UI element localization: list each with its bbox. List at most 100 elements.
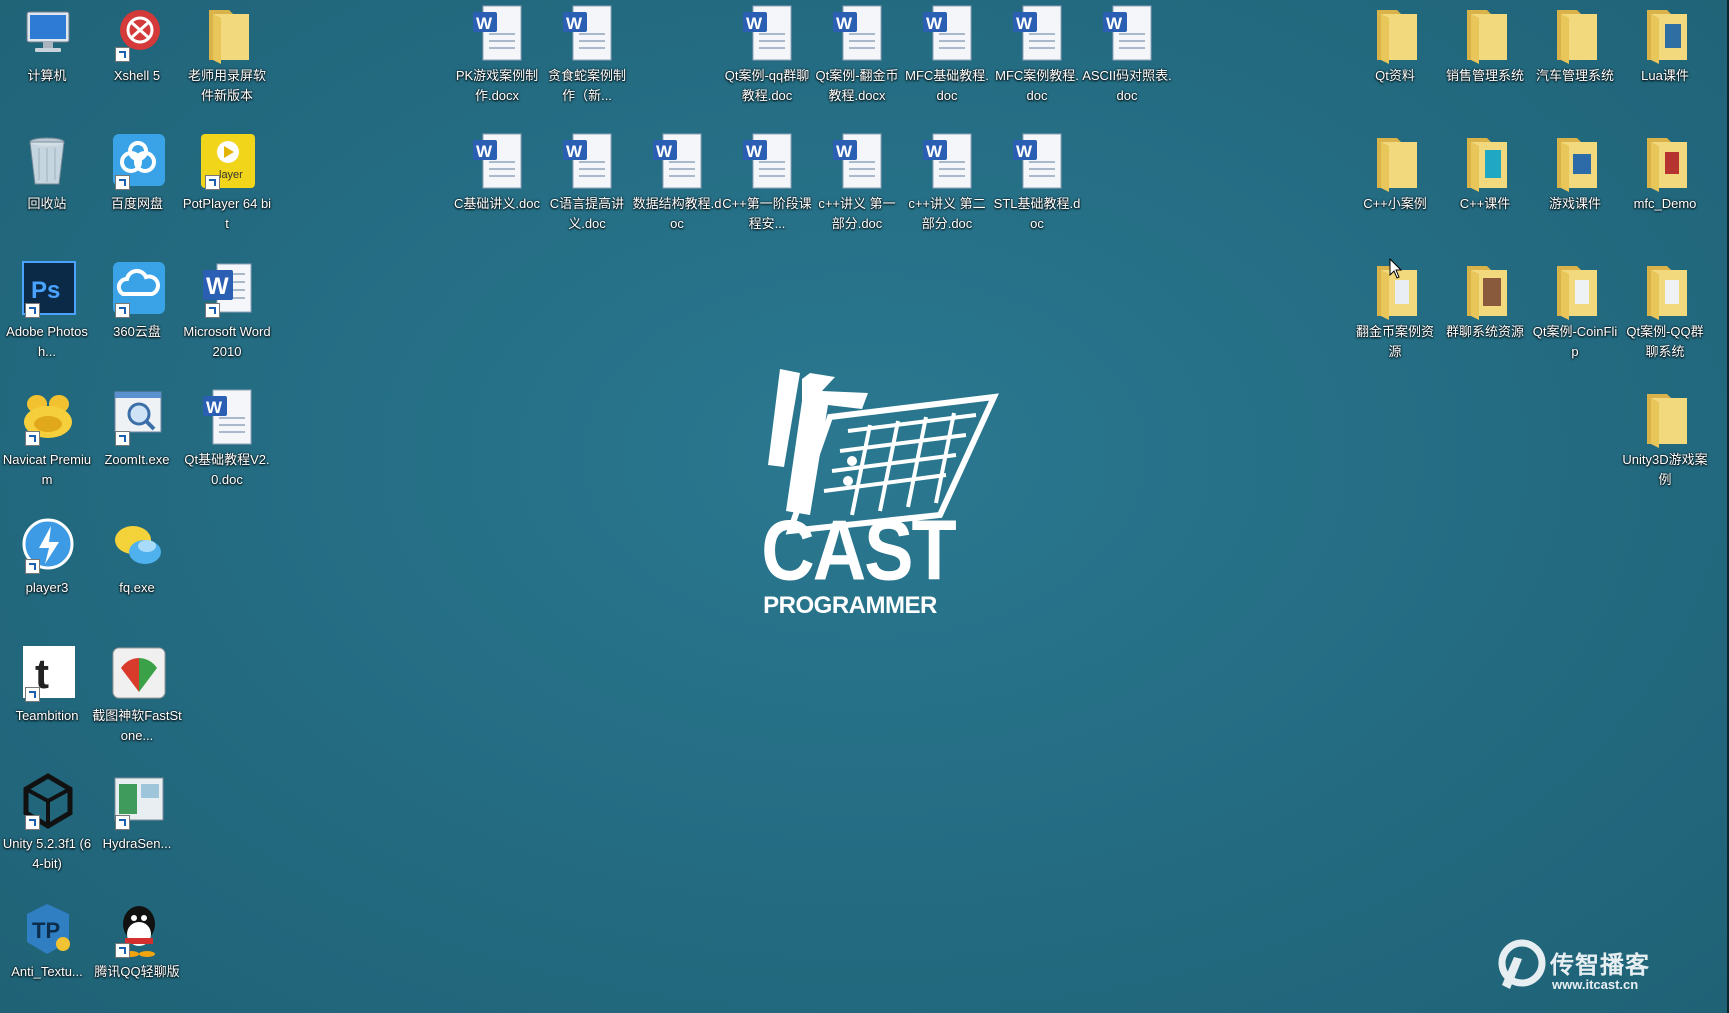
desktop-icon-recorder-folder[interactable]: 老师用录屏软件新版本	[182, 4, 272, 106]
desktop-icon-sales-folder[interactable]: 销售管理系统	[1440, 4, 1530, 86]
word-doc-icon: W	[917, 132, 977, 192]
photoshop-icon: Ps	[17, 260, 77, 320]
shortcut-arrow-icon	[115, 175, 130, 190]
desktop[interactable]: 计算机 Xshell 5 老师用录屏软件新版本 回收站 百度网盘 layer P	[0, 0, 1729, 1013]
folder-icon	[1455, 260, 1515, 320]
desktop-icon-label: Qt案例-翻金币教程.docx	[815, 68, 899, 103]
desktop-icon-label: C语言提高讲义.doc	[549, 196, 625, 231]
desktop-icon-unity[interactable]: Unity 5.2.3f1 (64-bit)	[2, 772, 92, 874]
word-doc-icon: W	[827, 132, 887, 192]
desktop-icon-computer[interactable]: 计算机	[2, 4, 92, 86]
svg-text:W: W	[746, 142, 763, 161]
desktop-icon-qt-qq-doc[interactable]: W Qt案例-qq群聊教程.doc	[722, 4, 812, 106]
desktop-icon-label: C基础讲义.doc	[454, 196, 540, 211]
word-icon: W	[197, 260, 257, 320]
desktop-icon-anti-texture[interactable]: TP Anti_Textu...	[2, 900, 92, 982]
desktop-icon-car-folder[interactable]: 汽车管理系统	[1530, 4, 1620, 86]
word-doc-icon: W	[647, 132, 707, 192]
desktop-icon-label: 回收站	[27, 196, 67, 211]
svg-text:W: W	[926, 142, 943, 161]
player3-icon	[17, 516, 77, 576]
desktop-icon-label: 计算机	[27, 68, 67, 83]
desktop-icon-zoomit[interactable]: ZoomIt.exe	[92, 388, 182, 470]
desktop-icon-unity3d-folder[interactable]: Unity3D游戏案例	[1620, 388, 1710, 490]
desktop-icon-lua-folder[interactable]: Lua课件	[1620, 4, 1710, 86]
desktop-icon-photoshop[interactable]: Ps Adobe Photosh...	[2, 260, 92, 362]
word-doc-icon: W	[557, 132, 617, 192]
desktop-icon-label: 游戏课件	[1548, 196, 1601, 211]
logo-subtitle: PROGRAMMER	[763, 592, 937, 619]
folder-icon	[1635, 4, 1695, 64]
desktop-icon-label: mfc_Demo	[1633, 196, 1697, 211]
svg-text:W: W	[656, 142, 673, 161]
desktop-icon-baidu-netdisk[interactable]: 百度网盘	[92, 132, 182, 214]
shortcut-arrow-icon	[25, 687, 40, 702]
desktop-icon-cpp-part2-doc[interactable]: W c++讲义 第二部分.doc	[902, 132, 992, 234]
shortcut-arrow-icon	[205, 303, 220, 318]
desktop-icon-qt-coin-doc[interactable]: W Qt案例-翻金币教程.docx	[812, 4, 902, 106]
desktop-icon-label: C++小案例	[1363, 196, 1427, 211]
desktop-icon-potplayer[interactable]: layer PotPlayer 64 bit	[182, 132, 272, 234]
desktop-icon-navicat[interactable]: Navicat Premium	[2, 388, 92, 490]
shortcut-arrow-icon	[115, 431, 130, 446]
potplayer-icon: layer	[197, 132, 257, 192]
desktop-icon-label: 数据结构教程.doc	[632, 196, 722, 231]
desktop-icon-label: player3	[25, 580, 69, 595]
cloud-icon	[107, 260, 167, 320]
desktop-icon-data-structure-doc[interactable]: W 数据结构教程.doc	[632, 132, 722, 234]
desktop-icon-qq-chat-folder[interactable]: Qt案例-QQ群聊系统	[1620, 260, 1710, 362]
desktop-icon-xshell[interactable]: Xshell 5	[92, 4, 182, 86]
desktop-icon-qt-folder[interactable]: Qt资料	[1350, 4, 1440, 86]
desktop-icon-cpp-part1-doc[interactable]: W c++讲义 第一部分.doc	[812, 132, 902, 234]
desktop-icon-cpp-case-folder[interactable]: C++小案例	[1350, 132, 1440, 214]
desktop-icon-recycle-bin[interactable]: 回收站	[2, 132, 92, 214]
desktop-icon-c-advanced-doc[interactable]: W C语言提高讲义.doc	[542, 132, 632, 234]
desktop-icon-cpp-course-folder[interactable]: C++课件	[1440, 132, 1530, 214]
desktop-icon-word[interactable]: W Microsoft Word 2010	[182, 260, 272, 362]
svg-text:layer: layer	[219, 169, 243, 181]
desktop-icon-coinflip-folder[interactable]: Qt案例-CoinFlip	[1530, 260, 1620, 362]
computer-icon	[17, 4, 77, 64]
desktop-icon-mfc-basic-doc[interactable]: W MFC基础教程.doc	[902, 4, 992, 106]
desktop-icon-label: 腾讯QQ轻聊版	[94, 964, 180, 979]
svg-text:W: W	[206, 273, 229, 300]
desktop-icon-game-course-folder[interactable]: 游戏课件	[1530, 132, 1620, 214]
desktop-icon-fq[interactable]: fq.exe	[92, 516, 182, 598]
desktop-icon-label: ZoomIt.exe	[104, 452, 170, 467]
desktop-icon-label: Qt案例-CoinFlip	[1532, 324, 1618, 359]
desktop-icon-pk-game-doc[interactable]: W PK游戏案例制作.docx	[452, 4, 542, 106]
desktop-icon-label: C++课件	[1459, 196, 1511, 211]
desktop-icon-label: c++讲义 第二部分.doc	[908, 196, 986, 231]
folder-icon	[1365, 4, 1425, 64]
desktop-icon-snake-doc[interactable]: W 贪食蛇案例制作（新...	[542, 4, 632, 106]
faststone-icon	[107, 644, 167, 704]
desktop-icon-qq[interactable]: 腾讯QQ轻聊版	[92, 900, 182, 982]
desktop-icon-label: Microsoft Word 2010	[183, 324, 271, 359]
desktop-icon-teambition[interactable]: t Teambition	[2, 644, 92, 726]
desktop-icon-qt-basic-doc[interactable]: W Qt基础教程V2.0.doc	[182, 388, 272, 490]
desktop-icon-label: MFC案例教程.doc	[995, 68, 1079, 103]
brand-url: www.itcast.cn	[1552, 977, 1639, 992]
desktop-icon-faststone[interactable]: 截图神软FastStone...	[92, 644, 182, 746]
folder-icon	[197, 4, 257, 64]
anti-texture-icon: TP	[17, 900, 77, 960]
desktop-icon-player3[interactable]: player3	[2, 516, 92, 598]
desktop-icon-chat-res-folder[interactable]: 群聊系统资源	[1440, 260, 1530, 342]
desktop-icon-label: Unity 5.2.3f1 (64-bit)	[2, 836, 92, 871]
desktop-icon-hydra[interactable]: HydraSen...	[92, 772, 182, 854]
shortcut-arrow-icon	[205, 175, 220, 190]
desktop-icon-cpp-schedule-doc[interactable]: W C++第一阶段课程安...	[722, 132, 812, 234]
desktop-icon-label: ASCII码对照表.doc	[1082, 68, 1172, 103]
desktop-icon-ascii-doc[interactable]: W ASCII码对照表.doc	[1082, 4, 1172, 106]
folder-icon	[1455, 4, 1515, 64]
desktop-icon-360-cloud[interactable]: 360云盘	[92, 260, 182, 342]
baidu-netdisk-icon	[107, 132, 167, 192]
fq-icon	[107, 516, 167, 576]
desktop-icon-mfc-demo-folder[interactable]: mfc_Demo	[1620, 132, 1710, 214]
zoomit-icon	[107, 388, 167, 448]
desktop-icon-stl-doc[interactable]: W STL基础教程.doc	[992, 132, 1082, 234]
desktop-icon-mfc-case-doc[interactable]: W MFC案例教程.doc	[992, 4, 1082, 106]
desktop-icon-c-basic-doc[interactable]: W C基础讲义.doc	[452, 132, 542, 214]
folder-icon	[1635, 260, 1695, 320]
desktop-icon-label: 百度网盘	[110, 196, 163, 211]
